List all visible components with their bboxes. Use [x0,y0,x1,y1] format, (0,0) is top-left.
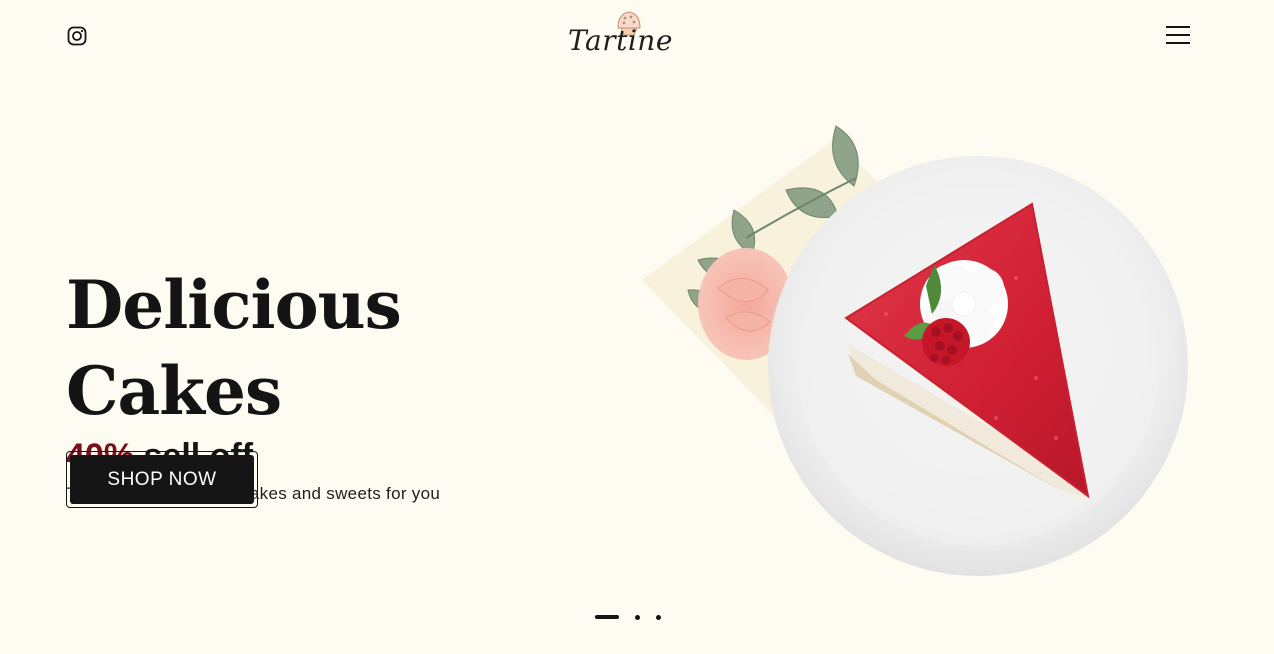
menu-line-top [1166,26,1190,28]
site-logo[interactable]: Tartine [564,6,676,66]
site-header: Tartine [0,0,1274,72]
hero-cake-image [636,118,1196,588]
shop-now-button[interactable]: SHOP NOW [70,455,254,504]
shop-now-button-frame[interactable]: SHOP NOW [66,451,258,508]
logo-text: Tartine [568,24,673,57]
menu-line-bottom [1166,42,1190,44]
hero-title: Delicious Cakes [66,266,402,430]
slider-pagination [590,610,680,624]
slide-dot-2[interactable] [635,614,640,620]
cake-illustration [642,125,1188,576]
instagram-icon-svg [67,26,87,46]
instagram-icon[interactable] [66,25,88,47]
raspberry [922,318,970,366]
slide-dot-3[interactable] [656,614,661,620]
menu-line-middle [1166,34,1190,36]
hamburger-menu-icon[interactable] [1164,24,1192,46]
slide-dot-1-active[interactable] [595,615,619,619]
